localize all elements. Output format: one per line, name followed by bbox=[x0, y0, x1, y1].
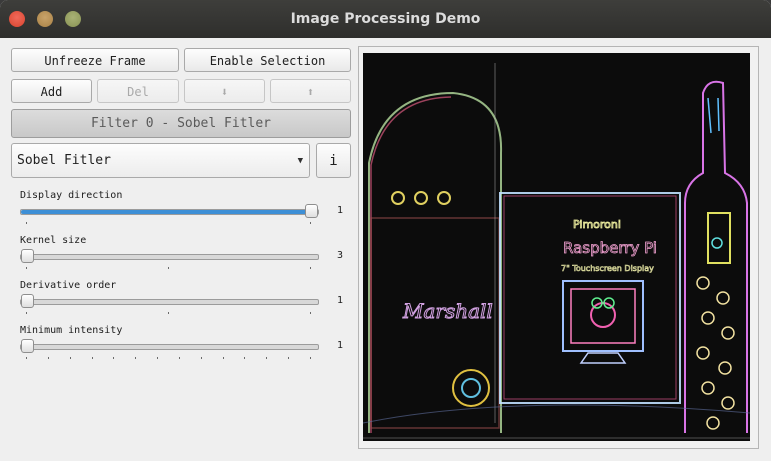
minimum-intensity-ticks bbox=[20, 357, 317, 359]
display-direction-handle[interactable] bbox=[305, 204, 318, 218]
tick-mark bbox=[244, 357, 246, 359]
tick-mark bbox=[222, 357, 224, 359]
chevron-down-icon: ▼ bbox=[297, 156, 303, 166]
enable-selection-button[interactable]: Enable Selection bbox=[184, 48, 351, 72]
processed-image[interactable]: Marshall Pimoroni Raspberry Pi 7" Touchs… bbox=[363, 53, 750, 441]
minimum-intensity-value: 1 bbox=[337, 340, 344, 351]
slider-label-kernel-size: Kernel size bbox=[20, 235, 87, 246]
app-window: Image Processing Demo Unfreeze Frame Ena… bbox=[0, 0, 771, 461]
slider-label-display-direction: Display direction bbox=[20, 190, 123, 201]
tick-mark bbox=[26, 357, 27, 359]
display-direction-track[interactable] bbox=[20, 209, 319, 215]
tick-mark bbox=[310, 357, 311, 359]
kernel-size-handle[interactable] bbox=[21, 249, 34, 263]
minimum-intensity-track[interactable] bbox=[20, 344, 319, 350]
derivative-order-value: 1 bbox=[337, 295, 344, 306]
info-button[interactable]: i bbox=[316, 143, 351, 178]
display-direction-value: 1 bbox=[337, 205, 344, 216]
derivative-order-track[interactable] bbox=[20, 299, 319, 305]
tick-mark bbox=[113, 357, 115, 359]
tick-mark bbox=[69, 357, 71, 359]
slider-label-minimum-intensity: Minimum intensity bbox=[20, 325, 123, 336]
slider-label-derivative-order: Derivative order bbox=[20, 280, 117, 291]
filter-type-value: Sobel Fitler bbox=[17, 153, 111, 168]
title-bar[interactable]: Image Processing Demo bbox=[0, 0, 771, 38]
display-direction-ticks bbox=[20, 222, 317, 224]
kernel-size-value: 3 bbox=[337, 250, 344, 261]
move-down-button[interactable]: ⬇ bbox=[184, 79, 265, 103]
derivative-order-handle[interactable] bbox=[21, 294, 34, 308]
display-direction-fill bbox=[21, 210, 311, 214]
minimum-intensity-handle[interactable] bbox=[21, 339, 34, 353]
add-filter-button[interactable]: Add bbox=[11, 79, 92, 103]
move-up-button[interactable]: ⬆ bbox=[270, 79, 351, 103]
tick-mark bbox=[288, 357, 290, 359]
kernel-size-track[interactable] bbox=[20, 254, 319, 260]
window-title: Image Processing Demo bbox=[290, 11, 481, 27]
svg-text:Raspberry Pi: Raspberry Pi bbox=[563, 239, 657, 257]
filter-header-button[interactable]: Filter 0 - Sobel Fitler bbox=[11, 109, 351, 138]
tick-mark bbox=[178, 357, 180, 359]
svg-text:Marshall: Marshall bbox=[402, 299, 493, 323]
svg-text:Pimoroni: Pimoroni bbox=[573, 218, 621, 231]
tick-mark bbox=[266, 357, 268, 359]
tick-mark bbox=[47, 357, 49, 359]
unfreeze-frame-button[interactable]: Unfreeze Frame bbox=[11, 48, 179, 72]
tick-mark bbox=[200, 357, 202, 359]
kernel-size-ticks bbox=[20, 267, 317, 269]
tick-mark bbox=[135, 357, 137, 359]
derivative-order-ticks bbox=[20, 312, 317, 314]
delete-filter-button[interactable]: Del bbox=[97, 79, 179, 103]
filter-type-select[interactable]: Sobel Fitler ▼ bbox=[11, 143, 310, 178]
edge-detected-image: Marshall Pimoroni Raspberry Pi 7" Touchs… bbox=[363, 53, 750, 441]
tick-mark bbox=[91, 357, 93, 359]
tick-mark bbox=[157, 357, 159, 359]
svg-text:7" Touchscreen Display: 7" Touchscreen Display bbox=[561, 264, 654, 273]
